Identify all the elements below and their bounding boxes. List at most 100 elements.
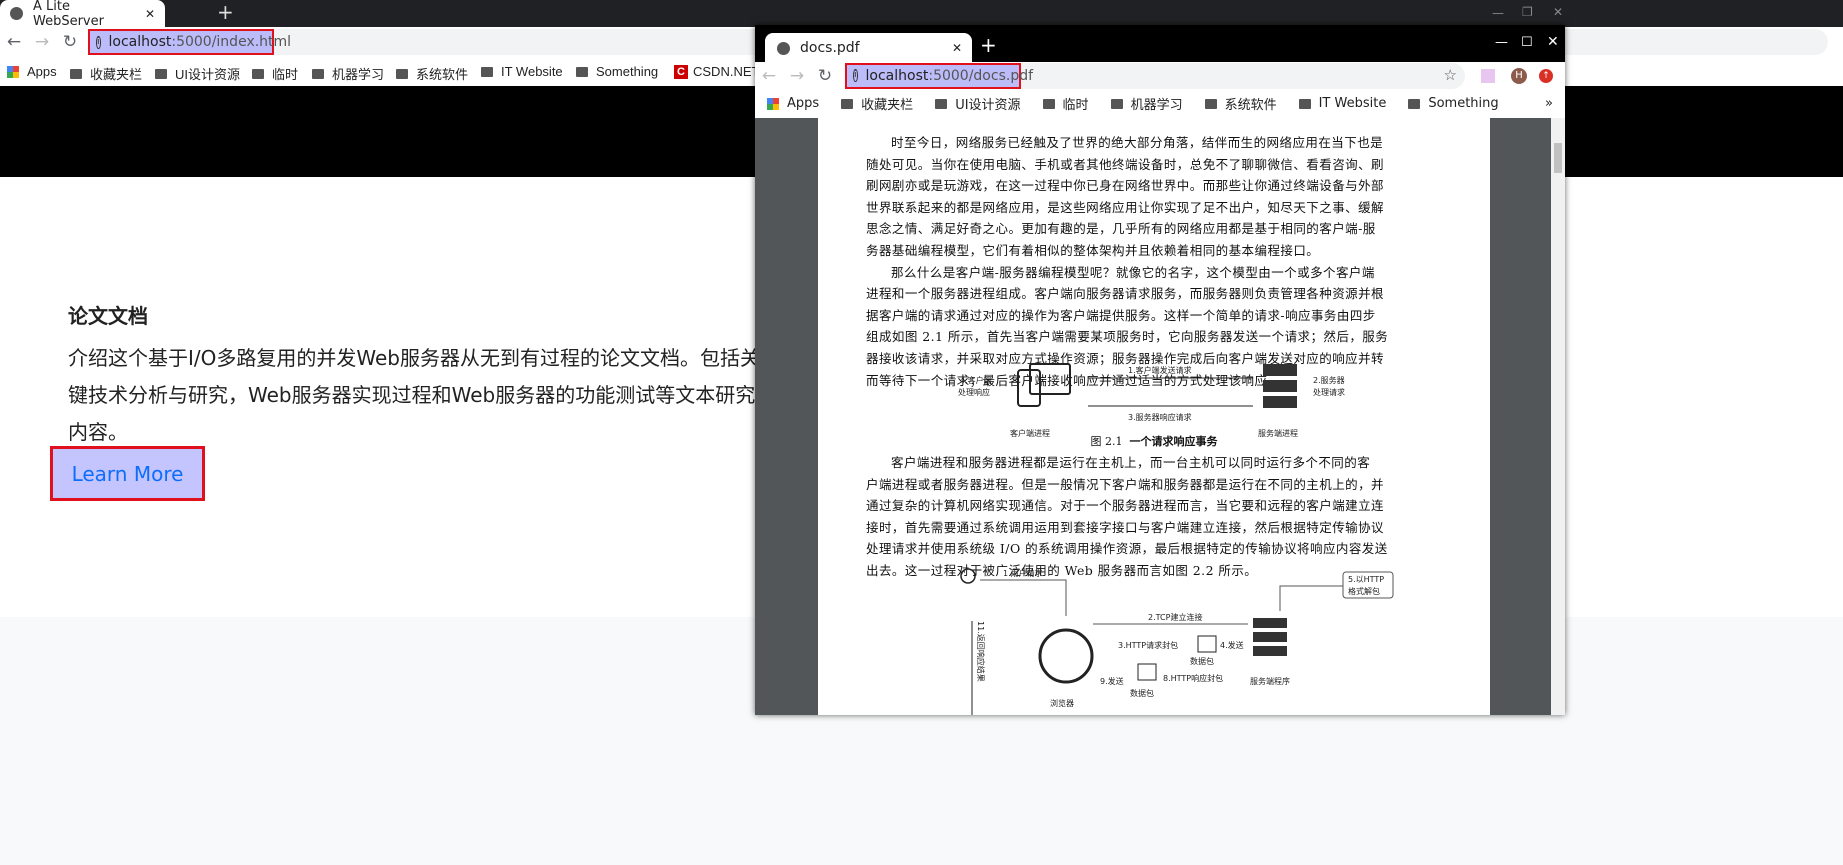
folder-icon <box>1042 98 1055 109</box>
maximize-icon[interactable]: ❐ <box>1522 5 1533 19</box>
reload-icon[interactable]: ↻ <box>811 66 839 86</box>
folder-icon <box>1110 98 1123 109</box>
pdf-text-line: 刷网剧亦或是玩游戏，在这一过程中你已身在网络世界中。而那些让你通过终端设备与外部 <box>866 178 1385 194</box>
tab-a-lite-webserver[interactable]: A Lite WebServer ✕ <box>0 0 165 29</box>
minimize-icon[interactable]: — <box>1492 6 1504 20</box>
fig2-return: 11.返回响应结果 <box>976 621 986 682</box>
close-tab-icon[interactable]: ✕ <box>952 41 962 55</box>
close-window-icon[interactable]: ✕ <box>1547 34 1559 50</box>
fig1-step1: 1.客户端发送请求 <box>1128 365 1192 375</box>
tab-docs-pdf[interactable]: docs.pdf ✕ <box>765 33 972 63</box>
bookmark-label: UI设计资源 <box>175 67 241 82</box>
pdf-text-line: 处理请求并使用系统级 I/O 的系统调用操作资源，最后根据特定的传输协议将响应内… <box>866 541 1388 557</box>
fig1-step2b: 处理请求 <box>1313 387 1345 397</box>
address-bar[interactable]: i localhost:5000/docs.pdf ☆ <box>845 62 1465 89</box>
pdf-text-line: 思念之情、满足好奇之心。更加有趣的是，几乎所有的网络应用都是基于相同的客户端-服 <box>866 221 1376 237</box>
fig2-unpack-b: 格式解包 <box>1348 586 1380 596</box>
url-path: :5000/index.html <box>171 34 292 50</box>
folder-icon <box>481 66 493 77</box>
info-icon[interactable]: i <box>853 69 858 82</box>
bookmark-label: 收藏夹栏 <box>90 67 143 82</box>
reload-icon[interactable]: ↻ <box>56 32 84 52</box>
bookmark-folder[interactable]: 收藏夹栏 <box>70 64 142 83</box>
pdf-text-line: 通过复杂的计算机网络实现通信。对于一个服务器进程而言，当它要和远程的客户端建立连 <box>866 498 1385 514</box>
maximize-icon[interactable]: ☐ <box>1521 35 1533 50</box>
fig2-packet-2: 数据包 <box>1130 688 1154 698</box>
pdf-toolbar: ← → ↻ i localhost:5000/docs.pdf ☆ H ↑ <box>755 62 1565 89</box>
bookmark-label: 机器学习 <box>332 67 385 82</box>
apps-icon <box>767 97 779 110</box>
profile-avatar[interactable]: H <box>1511 67 1527 84</box>
url-highlight[interactable]: i localhost:5000/docs.pdf <box>845 62 1033 89</box>
scrollbar[interactable] <box>1551 118 1565 715</box>
bookmark-label: CSDN.NET <box>693 64 760 79</box>
bookmark-folder[interactable]: Something <box>576 64 658 79</box>
pdf-text-line: 随处可见。当你在使用电脑、手机或者其他终端设备时，总免不了聊聊微信、看看咨询、刷 <box>866 156 1385 172</box>
bookmark-label: 系统软件 <box>416 67 469 82</box>
bookmark-folder[interactable]: UI设计资源 <box>935 94 1021 113</box>
bookmark-label: 系统软件 <box>1224 98 1277 113</box>
tab-title: docs.pdf <box>800 40 860 56</box>
fig2-browser: 浏览器 <box>1050 698 1074 708</box>
pdf-text-line: 客户端进程和服务器进程都是运行在主机上，而一台主机可以同时运行多个不同的客 <box>891 455 1371 470</box>
folder-icon <box>935 98 948 109</box>
url-path: :5000/docs.pdf <box>928 67 1034 84</box>
close-window-icon[interactable]: ✕ <box>1553 5 1563 19</box>
bookmark-folder[interactable]: 收藏夹栏 <box>841 94 913 113</box>
bookmark-folder[interactable]: 系统软件 <box>396 64 468 83</box>
bookmark-label: 收藏夹栏 <box>861 98 914 113</box>
folder-icon <box>1408 98 1421 109</box>
folder-icon <box>312 68 324 79</box>
new-tab-button[interactable]: + <box>217 0 234 24</box>
bookmark-folder[interactable]: UI设计资源 <box>155 64 240 83</box>
bookmark-folder[interactable]: 机器学习 <box>312 64 384 83</box>
browser-icon <box>1038 628 1094 684</box>
bookmark-label: Apps <box>787 96 820 111</box>
folder-icon <box>1204 98 1217 109</box>
folder-icon <box>155 68 167 79</box>
close-tab-icon[interactable]: ✕ <box>145 7 155 21</box>
back-icon[interactable]: ← <box>755 66 783 86</box>
left-tab-bar: A Lite WebServer ✕ + — ❐ ✕ <box>0 0 1843 29</box>
bookmark-folder[interactable]: 临时 <box>1042 94 1089 113</box>
tab-title: A Lite WebServer <box>32 0 104 29</box>
update-icon[interactable]: ↑ <box>1539 68 1553 83</box>
bookmark-folder[interactable]: Something <box>1408 96 1499 111</box>
figure-2-2: 11.返回响应结果 1.用户请求 浏览器 2.TCP建立连接 3.HTTP请求封… <box>960 568 1394 715</box>
info-icon[interactable]: i <box>96 35 101 49</box>
pdf-viewer: 时至今日，网络服务已经触及了世界的绝大部分角落，结伴而生的网络应用在当下也是 随处… <box>755 118 1565 715</box>
star-icon[interactable]: ☆ <box>1444 66 1457 84</box>
learn-more-button[interactable]: Learn More <box>50 446 205 501</box>
minimize-icon[interactable]: — <box>1495 35 1508 50</box>
bookmark-folder[interactable]: 机器学习 <box>1110 94 1183 113</box>
new-tab-button[interactable]: + <box>980 33 997 57</box>
globe-icon <box>10 7 23 20</box>
bookmark-folder[interactable]: IT Website <box>481 64 563 79</box>
pdf-text-line: 务器基础编程模型，它们有着相似的整体架构并且依赖着相同的基本编程接口。 <box>866 243 1320 258</box>
forward-icon[interactable]: → <box>28 32 56 52</box>
forward-icon[interactable]: → <box>783 66 811 86</box>
pdf-text-line: 户端进程或者服务器进程。但是一般情况下客户端和服务器都是运行在不同的主机上的，并 <box>866 476 1385 492</box>
csdn-icon: C <box>674 64 688 79</box>
bookmark-folder[interactable]: 系统软件 <box>1204 94 1277 113</box>
globe-icon <box>777 41 790 55</box>
pdf-browser-window: docs.pdf ✕ + — ☐ ✕ ← → ↻ i localhost:500… <box>755 25 1565 715</box>
bookmark-apps[interactable]: Apps <box>7 64 57 79</box>
apps-icon <box>7 65 19 78</box>
pdf-text-line: 组成如图 2.1 所示，首先当客户端需要某项服务时，它向服务器发送一个请求；然后… <box>866 329 1389 345</box>
bookmark-csdn[interactable]: C CSDN.NET <box>674 64 759 79</box>
packet-icon <box>1137 663 1157 681</box>
url-highlight[interactable]: i localhost:5000/index.html <box>88 29 291 55</box>
extension-icon[interactable] <box>1481 68 1495 83</box>
pdf-text-line: 进程和一个服务器进程组成。客户端向服务器请求服务，而服务器则负责管理各种资源并根 <box>866 286 1385 302</box>
fig1-step3: 3.服务器响应请求 <box>1128 412 1192 422</box>
scrollbar-thumb[interactable] <box>1554 143 1562 173</box>
folder-icon <box>396 68 408 79</box>
bookmark-label: 临时 <box>272 67 299 82</box>
fig1-step4a: 4.客户端 <box>960 375 992 385</box>
back-icon[interactable]: ← <box>0 32 28 52</box>
bookmark-folder[interactable]: IT Website <box>1298 96 1386 111</box>
bookmark-apps[interactable]: Apps <box>767 96 819 111</box>
bookmark-folder[interactable]: 临时 <box>252 64 298 83</box>
more-bookmarks-button[interactable]: » <box>1545 96 1553 111</box>
